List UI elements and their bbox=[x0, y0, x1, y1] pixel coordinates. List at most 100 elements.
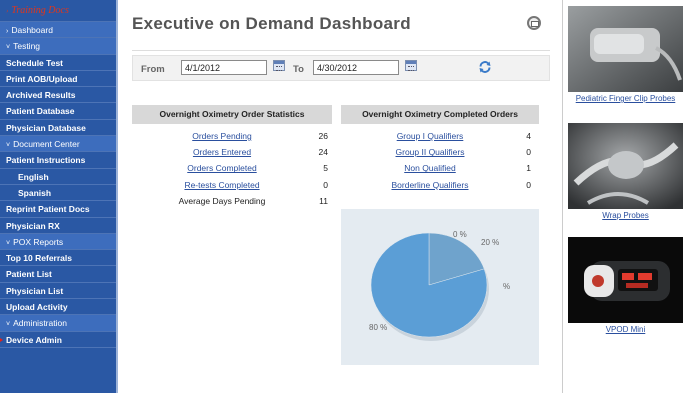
sidebar-item-physician-database[interactable]: Physician Database bbox=[0, 120, 116, 137]
sidebar-brand-label: Training Docs bbox=[11, 5, 69, 16]
print-icon[interactable] bbox=[527, 16, 541, 30]
date-filter-bar: From To bbox=[132, 55, 550, 81]
sidebar-item-label: Patient Database bbox=[6, 106, 75, 117]
sidebar-item-label: Patient List bbox=[6, 269, 52, 280]
order-stat-row: Orders Entered 24 bbox=[132, 145, 332, 160]
order-stat-value: 11 bbox=[319, 195, 328, 206]
order-stats-heading: Overnight Oximetry Order Statistics bbox=[132, 105, 332, 124]
sidebar-item-label: Archived Results bbox=[6, 90, 76, 101]
completed-order-link[interactable]: Group I Qualifiers bbox=[341, 129, 519, 144]
sidebar-item-patient-database[interactable]: Patient Database bbox=[0, 103, 116, 120]
product-card-vpod-mini[interactable]: VPOD Mini bbox=[568, 237, 683, 335]
product-link-finger-clip[interactable]: Pediatric Finger Clip Probes bbox=[568, 94, 683, 104]
sidebar-item-label: Schedule Test bbox=[6, 57, 63, 68]
vpod-mini-image bbox=[568, 237, 683, 323]
order-stat-label: Average Days Pending bbox=[178, 195, 266, 206]
sidebar-item-label: Spanish bbox=[18, 187, 52, 198]
order-stat-value: 24 bbox=[318, 147, 328, 158]
chevron-down-icon: ˅ bbox=[6, 44, 11, 52]
sidebar-item-english[interactable]: English bbox=[0, 169, 116, 185]
sidebar-item-top-10-referrals[interactable]: Top 10 Referrals bbox=[0, 250, 116, 267]
sidebar-item-label: English bbox=[18, 171, 49, 182]
title-divider bbox=[132, 50, 550, 51]
sidebar-brand-link[interactable]: › Training Docs bbox=[0, 0, 116, 22]
order-stat-row: Orders Completed 5 bbox=[132, 161, 332, 176]
chevron-right-icon: › bbox=[6, 7, 9, 15]
order-stat-value: 0 bbox=[323, 179, 328, 190]
sidebar-item-document-center[interactable]: ˅ Document Center bbox=[0, 136, 116, 153]
sidebar-item-spanish[interactable]: Spanish bbox=[0, 185, 116, 202]
to-date-input[interactable] bbox=[313, 60, 399, 75]
from-label: From bbox=[141, 64, 165, 75]
finger-clip-probe-image bbox=[568, 6, 683, 92]
completed-orders-heading: Overnight Oximetry Completed Orders bbox=[341, 105, 539, 124]
pie-slice-label: 80 % bbox=[369, 323, 387, 332]
sidebar-item-reprint-patient-docs[interactable]: Reprint Patient Docs bbox=[0, 201, 116, 218]
sidebar-item-label: Top 10 Referrals bbox=[6, 253, 72, 264]
calendar-icon[interactable] bbox=[405, 60, 417, 71]
order-stat-row: Orders Pending 26 bbox=[132, 129, 332, 144]
order-stat-row: Average Days Pending 11 bbox=[132, 194, 332, 209]
pie-slice-label: 20 % bbox=[481, 238, 499, 247]
sidebar-item-patient-list[interactable]: Patient List bbox=[0, 266, 116, 283]
order-stat-link[interactable]: Re-tests Completed bbox=[132, 178, 312, 193]
pie-chart-svg: 0 % 20 %% 80 % bbox=[369, 230, 510, 341]
from-date-input[interactable] bbox=[181, 60, 267, 75]
sidebar-item-label: Administration bbox=[13, 318, 67, 329]
main-content: Executive on Demand Dashboard From To Ov… bbox=[120, 0, 560, 393]
order-stat-value: 5 bbox=[323, 163, 328, 174]
completed-order-row: Group I Qualifiers 4 bbox=[341, 129, 539, 144]
completed-order-row: Group II Qualifiers 0 bbox=[341, 145, 539, 160]
sidebar-item-device-admin[interactable]: Device Admin bbox=[0, 332, 116, 348]
sidebar-item-dashboard[interactable]: › Dashboard bbox=[0, 22, 116, 39]
sidebar-item-label: POX Reports bbox=[13, 236, 64, 247]
page-title: Executive on Demand Dashboard bbox=[132, 14, 411, 33]
sidebar-item-administration[interactable]: ˅ Administration bbox=[0, 315, 116, 332]
chevron-right-icon: › bbox=[6, 28, 9, 35]
completed-order-value: 0 bbox=[526, 147, 531, 158]
completed-order-row: Non Qualified 1 bbox=[341, 161, 539, 176]
product-card-finger-clip[interactable]: Pediatric Finger Clip Probes bbox=[568, 6, 683, 104]
sidebar-item-upload-activity[interactable]: Upload Activity bbox=[0, 299, 116, 316]
product-link-vpod-mini[interactable]: VPOD Mini bbox=[568, 325, 683, 335]
sidebar-item-label: Dashboard bbox=[11, 25, 53, 35]
completed-order-row: Borderline Qualifiers 0 bbox=[341, 178, 539, 193]
product-sidebar: Pediatric Finger Clip Probes Wrap Probes bbox=[562, 0, 687, 393]
sidebar: › Training Docs › Dashboard ˅ Testing Schedul… bbox=[0, 0, 118, 393]
product-card-wrap-probes[interactable]: Wrap Probes bbox=[568, 123, 683, 221]
order-stat-link[interactable]: Orders Entered bbox=[132, 145, 312, 160]
to-label: To bbox=[293, 64, 304, 75]
pie-slice-label: 0 % bbox=[453, 230, 467, 239]
sidebar-item-label: Testing bbox=[13, 41, 41, 52]
completed-order-value: 0 bbox=[526, 179, 531, 190]
sidebar-item-label: Device Admin bbox=[6, 334, 62, 345]
sidebar-item-label: Physician List bbox=[6, 285, 64, 296]
sidebar-item-label: Physician Database bbox=[6, 122, 86, 133]
sidebar-item-print-aob-upload[interactable]: Print AOB/Upload bbox=[0, 71, 116, 88]
sidebar-item-label: Print AOB/Upload bbox=[6, 73, 78, 84]
sidebar-item-physician-rx[interactable]: Physician RX bbox=[0, 218, 116, 234]
sidebar-item-testing[interactable]: ˅ Testing bbox=[0, 38, 116, 55]
calendar-icon[interactable] bbox=[273, 60, 285, 71]
order-stat-value: 26 bbox=[318, 131, 328, 141]
sidebar-item-patient-instructions[interactable]: Patient Instructions bbox=[0, 152, 116, 169]
completed-order-link[interactable]: Group II Qualifiers bbox=[341, 145, 519, 160]
sidebar-item-label: Reprint Patient Docs bbox=[6, 204, 90, 215]
product-link-wrap-probes[interactable]: Wrap Probes bbox=[568, 211, 683, 221]
order-stat-link[interactable]: Orders Pending bbox=[132, 129, 312, 144]
sidebar-item-label: Upload Activity bbox=[6, 302, 68, 313]
sidebar-item-label: Patient Instructions bbox=[6, 155, 86, 166]
sidebar-item-label: Physician RX bbox=[6, 220, 60, 231]
sidebar-item-schedule-test[interactable]: Schedule Test bbox=[0, 55, 116, 71]
pie-slice-label: % bbox=[503, 282, 510, 291]
completed-order-value: 1 bbox=[526, 163, 531, 174]
order-stat-link[interactable]: Orders Completed bbox=[132, 161, 312, 176]
refresh-icon[interactable] bbox=[478, 60, 492, 74]
chevron-down-icon: ˅ bbox=[6, 321, 11, 329]
sidebar-item-pox-reports[interactable]: ˅ POX Reports bbox=[0, 233, 116, 251]
completed-order-link[interactable]: Non Qualified bbox=[341, 161, 519, 176]
sidebar-item-physician-list[interactable]: Physician List bbox=[0, 283, 116, 300]
completed-order-link[interactable]: Borderline Qualifiers bbox=[341, 178, 519, 193]
sidebar-item-archived-results[interactable]: Archived Results bbox=[0, 87, 116, 104]
active-arrow-icon bbox=[0, 335, 3, 344]
